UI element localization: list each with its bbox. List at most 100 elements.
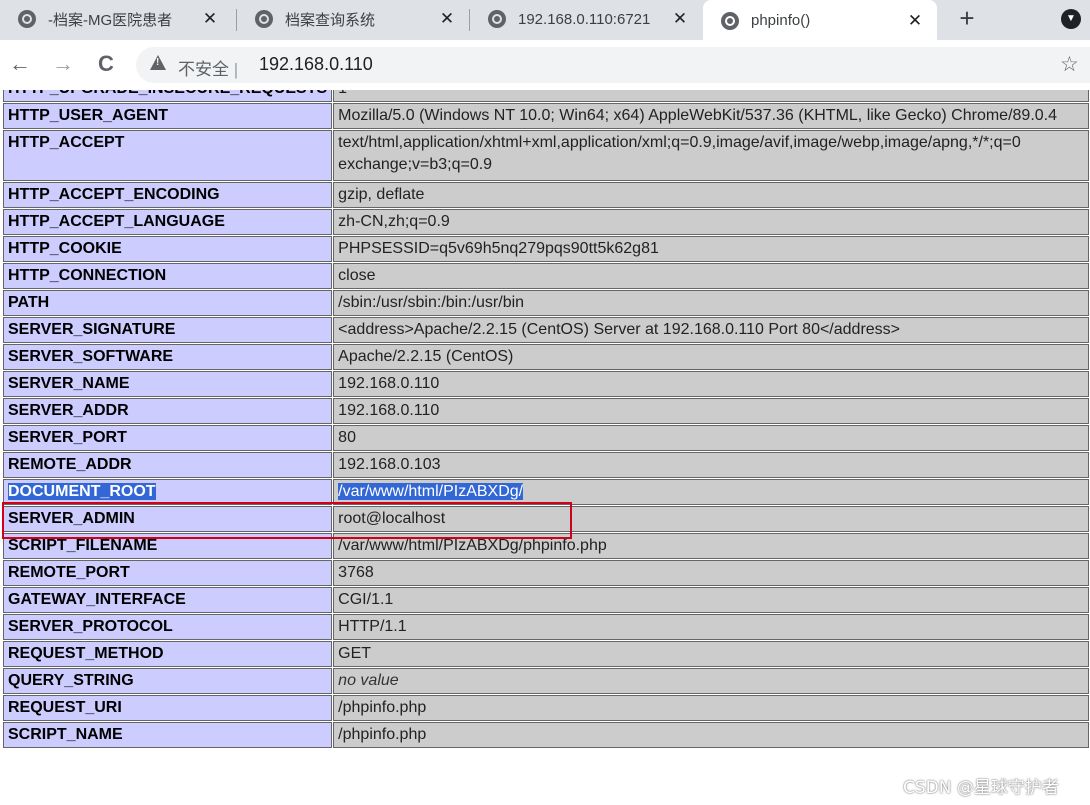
tab-title: 192.168.0.110:6721 (518, 10, 651, 28)
url-text[interactable]: 192.168.0.110 (259, 54, 373, 75)
table-key: HTTP_ACCEPT_ENCODING (3, 182, 333, 208)
table-row: HTTP_ACCEPT_ENCODING gzip, deflate (3, 182, 1089, 208)
table-row: SERVER_NAME 192.168.0.110 (3, 371, 1089, 397)
tab-ip-port[interactable]: 192.168.0.110:6721 ✕ (470, 0, 702, 38)
table-value: no value (333, 668, 1089, 694)
globe-icon (255, 10, 273, 28)
table-row: SERVER_ADDR 192.168.0.110 (3, 398, 1089, 424)
globe-icon (721, 11, 739, 30)
selected-text[interactable]: DOCUMENT_ROOT (8, 483, 156, 500)
table-value: 80 (333, 425, 1089, 451)
table-key: SERVER_NAME (3, 371, 333, 397)
table-row: REQUEST_METHOD GET (3, 641, 1089, 667)
table-value: 192.168.0.103 (333, 452, 1089, 478)
bookmark-star-icon[interactable]: ☆ (1060, 52, 1079, 77)
table-row: REMOTE_ADDR 192.168.0.103 (3, 452, 1089, 478)
reload-button[interactable]: C (92, 50, 120, 78)
table-key: REQUEST_URI (3, 695, 333, 721)
security-divider: | (233, 60, 239, 79)
table-key: SERVER_ADDR (3, 398, 333, 424)
close-icon[interactable]: ✕ (905, 11, 925, 31)
table-row: HTTP_ACCEPT_LANGUAGE zh-CN,zh;q=0.9 (3, 209, 1089, 235)
tab-search-icon[interactable]: ▼ (1061, 9, 1081, 29)
forward-button[interactable]: → (49, 50, 77, 78)
watermark: CSDN @星球守护者 (903, 778, 1059, 798)
table-value: Mozilla/5.0 (Windows NT 10.0; Win64; x64… (333, 103, 1089, 129)
table-value: CGI/1.1 (333, 587, 1089, 613)
tab-strip: -档案-MG医院患者 ✕ 档案查询系统 ✕ 192.168.0.110:6721… (0, 0, 1090, 41)
close-icon[interactable]: ✕ (437, 9, 457, 29)
table-value: 3768 (333, 560, 1089, 586)
table-value: 192.168.0.110 (333, 371, 1089, 397)
table-value: /phpinfo.php (333, 722, 1089, 748)
table-value: close (333, 263, 1089, 289)
new-tab-button[interactable]: + (953, 4, 981, 32)
table-key: PATH (3, 290, 333, 316)
table-value: Apache/2.2.15 (CentOS) (333, 344, 1089, 370)
table-row: HTTP_CONNECTION close (3, 263, 1089, 289)
table-key: HTTP_UPGRADE_INSECURE_REQUESTS (3, 90, 333, 102)
tab-title: 档案查询系统 (285, 11, 376, 29)
table-value: 1 (333, 90, 1089, 102)
table-key: SERVER_PROTOCOL (3, 614, 333, 640)
table-row: SCRIPT_NAME /phpinfo.php (3, 722, 1089, 748)
table-value: zh-CN,zh;q=0.9 (333, 209, 1089, 235)
table-row: HTTP_UPGRADE_INSECURE_REQUESTS 1 (3, 90, 1089, 102)
globe-icon (18, 10, 36, 28)
warning-icon[interactable] (150, 55, 166, 70)
security-label: 不安全 (178, 60, 229, 79)
table-row: SERVER_SOFTWARE Apache/2.2.15 (CentOS) (3, 344, 1089, 370)
tab-title: -档案-MG医院患者 (48, 11, 173, 29)
table-value: /sbin:/usr/sbin:/bin:/usr/bin (333, 290, 1089, 316)
table-key: QUERY_STRING (3, 668, 333, 694)
page-content: HTTP_UPGRADE_INSECURE_REQUESTS 1 HTTP_US… (0, 90, 1090, 805)
table-key: SERVER_ADMIN (3, 506, 333, 532)
selected-text[interactable]: /var/www/html/PIzABXDg/ (338, 483, 524, 500)
globe-icon (488, 10, 506, 28)
table-row: SERVER_PORT 80 (3, 425, 1089, 451)
table-value: GET (333, 641, 1089, 667)
table-row: HTTP_USER_AGENT Mozilla/5.0 (Windows NT … (3, 103, 1089, 129)
table-row: SCRIPT_FILENAME /var/www/html/PIzABXDg/p… (3, 533, 1089, 559)
table-row: SERVER_PROTOCOL HTTP/1.1 (3, 614, 1089, 640)
table-value: <address>Apache/2.2.15 (CentOS) Server a… (333, 317, 1089, 343)
table-key: REMOTE_ADDR (3, 452, 333, 478)
tab-phpinfo[interactable]: phpinfo() ✕ (703, 0, 937, 41)
table-key: HTTP_ACCEPT (3, 130, 333, 181)
table-value: /phpinfo.php (333, 695, 1089, 721)
table-value: HTTP/1.1 (333, 614, 1089, 640)
table-key[interactable]: DOCUMENT_ROOT (3, 479, 333, 505)
table-value: gzip, deflate (333, 182, 1089, 208)
back-button[interactable]: ← (6, 50, 34, 78)
table-row: REMOTE_PORT 3768 (3, 560, 1089, 586)
table-key: SCRIPT_FILENAME (3, 533, 333, 559)
table-value: text/html,application/xhtml+xml,applicat… (333, 130, 1089, 181)
tab-archive-hospital[interactable]: -档案-MG医院患者 ✕ (0, 0, 232, 38)
table-row-document-root: DOCUMENT_ROOT /var/www/html/PIzABXDg/ (3, 479, 1089, 505)
table-row: REQUEST_URI /phpinfo.php (3, 695, 1089, 721)
table-value: root@localhost (333, 506, 1089, 532)
table-row: HTTP_COOKIE PHPSESSID=q5v69h5nq279pqs90t… (3, 236, 1089, 262)
table-row: SERVER_ADMIN root@localhost (3, 506, 1089, 532)
table-key: HTTP_CONNECTION (3, 263, 333, 289)
table-key: GATEWAY_INTERFACE (3, 587, 333, 613)
table-row: GATEWAY_INTERFACE CGI/1.1 (3, 587, 1089, 613)
no-value-text: no value (338, 672, 399, 689)
close-icon[interactable]: ✕ (200, 9, 220, 29)
security-status: 不安全 | (178, 55, 238, 80)
table-row: HTTP_ACCEPT text/html,application/xhtml+… (3, 130, 1089, 181)
address-bar[interactable]: 不安全 | 192.168.0.110 ☆ (136, 47, 1090, 83)
phpinfo-environment-table: HTTP_UPGRADE_INSECURE_REQUESTS 1 HTTP_US… (2, 90, 1090, 749)
table-key: HTTP_USER_AGENT (3, 103, 333, 129)
table-key: SCRIPT_NAME (3, 722, 333, 748)
table-key: HTTP_ACCEPT_LANGUAGE (3, 209, 333, 235)
close-icon[interactable]: ✕ (670, 9, 690, 29)
table-key: REQUEST_METHOD (3, 641, 333, 667)
tab-title: phpinfo() (751, 12, 811, 29)
table-value: 192.168.0.110 (333, 398, 1089, 424)
table-row: QUERY_STRING no value (3, 668, 1089, 694)
table-key: SERVER_PORT (3, 425, 333, 451)
table-row: SERVER_SIGNATURE <address>Apache/2.2.15 … (3, 317, 1089, 343)
table-value[interactable]: /var/www/html/PIzABXDg/ (333, 479, 1089, 505)
tab-archive-query[interactable]: 档案查询系统 ✕ (237, 0, 469, 38)
